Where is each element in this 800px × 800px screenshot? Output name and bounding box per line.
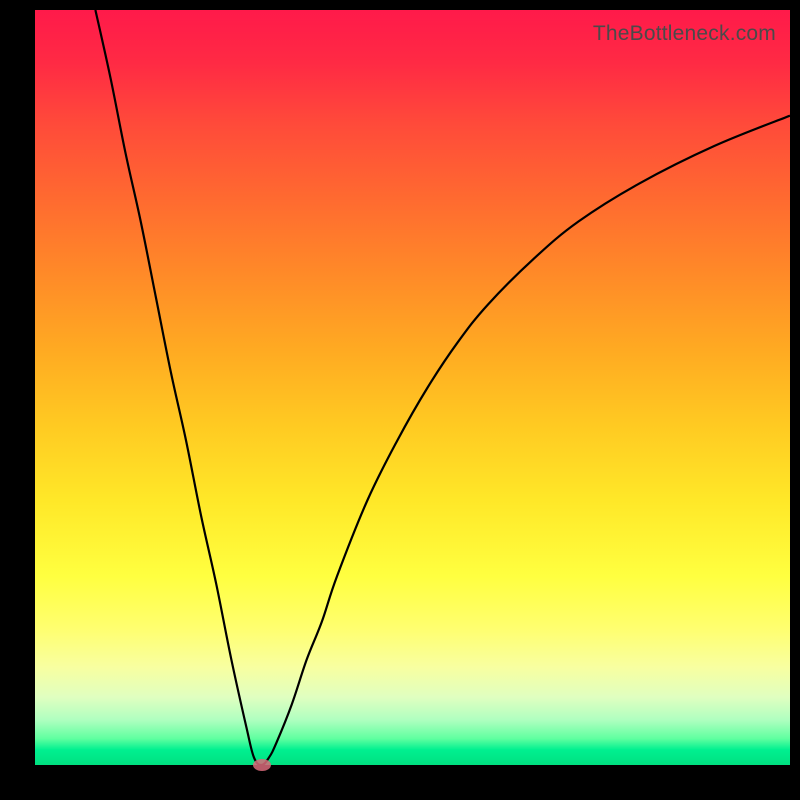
bottleneck-curve (95, 10, 790, 765)
chart-svg (35, 10, 790, 765)
watermark-text: TheBottleneck.com (593, 22, 776, 46)
min-point-marker (253, 759, 271, 771)
plot-area: TheBottleneck.com (35, 10, 790, 765)
